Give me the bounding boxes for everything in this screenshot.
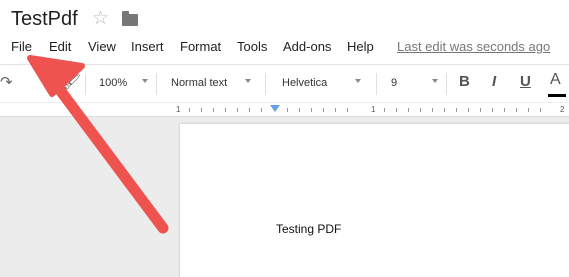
- ruler-tick: [504, 108, 505, 112]
- ruler-tick: [311, 108, 312, 112]
- ruler-tick: [456, 108, 457, 112]
- ruler: 1 1 2: [0, 102, 569, 117]
- ruler-tick: [420, 108, 421, 112]
- menu-bar: File Edit View Insert Format Tools Add-o…: [0, 34, 569, 60]
- toolbar-divider: [156, 73, 157, 95]
- ruler-number: 2: [560, 105, 565, 114]
- ruler-tick: [528, 108, 529, 112]
- zoom-select[interactable]: 100%: [99, 77, 127, 89]
- bold-button[interactable]: B: [459, 74, 470, 89]
- ruler-tick: [249, 108, 250, 112]
- menu-help[interactable]: Help: [347, 39, 374, 54]
- ruler-tick: [516, 108, 517, 112]
- font-select[interactable]: Helvetica: [282, 77, 327, 89]
- ruler-tick: [432, 108, 433, 112]
- paint-format-icon[interactable]: 🖌: [62, 75, 81, 90]
- chevron-down-icon: [355, 79, 361, 83]
- ruler-tick: [384, 108, 385, 112]
- text-color-button[interactable]: A: [550, 72, 561, 88]
- ruler-tick: [335, 108, 336, 112]
- menu-insert[interactable]: Insert: [131, 39, 164, 54]
- font-size-select[interactable]: 9: [391, 77, 397, 89]
- ruler-tick: [237, 108, 238, 112]
- ruler-tick: [468, 108, 469, 112]
- ruler-tick: [492, 108, 493, 112]
- document-title[interactable]: TestPdf: [11, 8, 78, 31]
- toolbar: ↷ 🖌 100% Normal text Helvetica 9 B I U A: [0, 64, 569, 102]
- chevron-down-icon: [245, 79, 251, 83]
- ruler-tick: [480, 108, 481, 112]
- toolbar-divider: [265, 73, 266, 95]
- folder-icon[interactable]: [122, 11, 138, 26]
- star-icon[interactable]: ☆: [92, 9, 109, 28]
- menu-file[interactable]: File: [11, 39, 32, 54]
- ruler-tick: [261, 108, 262, 112]
- chevron-down-icon: [432, 79, 438, 83]
- document-canvas: Testing PDF: [0, 117, 569, 277]
- ruler-tick: [213, 108, 214, 112]
- menu-format[interactable]: Format: [180, 39, 221, 54]
- document-body-text[interactable]: Testing PDF: [276, 222, 341, 236]
- toolbar-divider: [85, 73, 86, 95]
- menu-view[interactable]: View: [88, 39, 116, 54]
- chevron-down-icon: [142, 79, 148, 83]
- ruler-tick: [444, 108, 445, 112]
- ruler-tick: [323, 108, 324, 112]
- ruler-tick: [287, 108, 288, 112]
- text-color-indicator: [548, 94, 566, 97]
- ruler-tick: [408, 108, 409, 112]
- ruler-tick: [540, 108, 541, 112]
- style-select[interactable]: Normal text: [171, 77, 227, 89]
- ruler-tick: [225, 108, 226, 112]
- menu-edit[interactable]: Edit: [49, 39, 71, 54]
- ruler-number: 1: [176, 105, 181, 114]
- underline-button[interactable]: U: [520, 74, 531, 89]
- menu-add-ons[interactable]: Add-ons: [283, 39, 331, 54]
- ruler-tick: [347, 108, 348, 112]
- ruler-tick: [189, 108, 190, 112]
- last-edit-link[interactable]: Last edit was seconds ago: [397, 39, 550, 54]
- indent-marker[interactable]: [270, 105, 280, 112]
- italic-button[interactable]: I: [492, 74, 496, 89]
- toolbar-divider: [376, 73, 377, 95]
- redo-icon[interactable]: ↷: [0, 75, 13, 90]
- document-page[interactable]: Testing PDF: [180, 124, 569, 277]
- toolbar-divider: [446, 73, 447, 95]
- ruler-number: 1: [371, 105, 376, 114]
- menu-tools[interactable]: Tools: [237, 39, 267, 54]
- ruler-tick: [396, 108, 397, 112]
- title-bar: TestPdf ☆: [0, 0, 569, 34]
- ruler-tick: [299, 108, 300, 112]
- ruler-tick: [201, 108, 202, 112]
